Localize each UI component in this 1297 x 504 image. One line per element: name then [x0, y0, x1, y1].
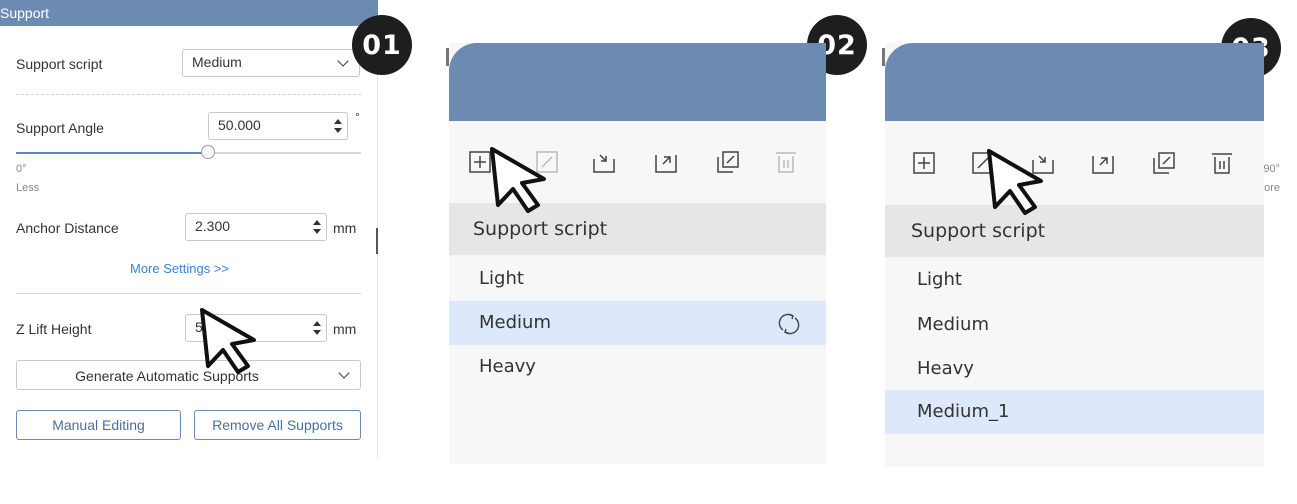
- section-header: Support script: [885, 205, 1264, 257]
- divider: [16, 293, 361, 294]
- list-item-medium[interactable]: Medium: [449, 301, 826, 345]
- support-script-select[interactable]: Medium: [182, 49, 360, 77]
- z-lift-label: Z Lift Height: [16, 321, 92, 337]
- list-item-label: Heavy: [917, 358, 974, 379]
- manual-editing-button[interactable]: Manual Editing: [16, 410, 181, 440]
- anchor-distance-input[interactable]: 2.300: [185, 213, 327, 241]
- step-badge-01: 01: [352, 15, 412, 75]
- section-title: Support script: [911, 220, 1046, 242]
- slider-min: 0°: [16, 163, 27, 175]
- section-title: Support script: [473, 218, 608, 240]
- list-item-heavy[interactable]: Heavy: [449, 345, 826, 389]
- remove-all-supports-button[interactable]: Remove All Supports: [194, 410, 361, 440]
- list-item-light[interactable]: Light: [885, 258, 1264, 302]
- panel-header: [885, 43, 1264, 121]
- list-item-label: Medium_1: [917, 401, 1010, 422]
- scroll-handle[interactable]: [376, 228, 378, 254]
- delete-icon[interactable]: [775, 151, 797, 173]
- refresh-icon[interactable]: [777, 312, 801, 336]
- angle-unit: °: [355, 110, 360, 124]
- duplicate-icon[interactable]: [1153, 152, 1175, 174]
- list-item-heavy[interactable]: Heavy: [885, 347, 1264, 391]
- z-lift-unit: mm: [333, 321, 357, 337]
- list-item-label: Medium: [479, 312, 551, 333]
- duplicate-icon[interactable]: [717, 151, 739, 173]
- anchor-distance-unit: mm: [333, 220, 357, 236]
- panel-header: Support: [0, 0, 378, 26]
- support-script-value: Medium: [192, 54, 242, 70]
- generate-supports-dropdown[interactable]: Generate Automatic Supports: [16, 360, 361, 390]
- support-angle-input[interactable]: 50.000: [208, 112, 348, 140]
- list-item-medium[interactable]: Medium: [885, 303, 1264, 347]
- slider-min-caption: Less: [16, 182, 40, 194]
- anchor-distance-value: 2.300: [195, 218, 231, 234]
- support-settings-panel: Support Support script Medium Support An…: [0, 0, 1280, 458]
- list-item-label: Light: [917, 269, 962, 290]
- cursor-icon: [987, 149, 1043, 215]
- slider-max: 90°: [1263, 163, 1280, 175]
- angle-slider-thumb[interactable]: [200, 145, 215, 159]
- chevron-down-icon: [337, 55, 349, 67]
- support-angle-value: 50.000: [218, 117, 261, 133]
- support-script-panel-02: Support script Light Medium Heavy: [449, 43, 826, 464]
- support-script-panel-03: Support script Light Medium Heavy Medium…: [885, 43, 1264, 467]
- panel-header: [449, 43, 826, 121]
- list-item-label: Heavy: [479, 356, 536, 377]
- list-item-label: Medium: [917, 314, 989, 335]
- spinner-icon[interactable]: [334, 118, 342, 134]
- support-angle-label: Support Angle: [16, 120, 104, 136]
- divider: [16, 94, 361, 95]
- delete-icon[interactable]: [1211, 152, 1233, 174]
- spinner-icon[interactable]: [313, 219, 321, 235]
- chevron-down-icon: [338, 367, 350, 379]
- add-icon[interactable]: [913, 152, 935, 174]
- cursor-icon: [490, 147, 546, 213]
- support-script-label: Support script: [16, 56, 103, 72]
- export-icon[interactable]: [1092, 152, 1114, 174]
- spinner-icon[interactable]: [313, 320, 321, 336]
- cursor-icon: [200, 308, 256, 374]
- anchor-distance-label: Anchor Distance: [16, 220, 119, 236]
- angle-slider-fill: [16, 152, 208, 154]
- list-item-label: Light: [479, 268, 524, 289]
- list-item-light[interactable]: Light: [449, 257, 826, 301]
- generate-supports-label: Generate Automatic Supports: [75, 368, 259, 384]
- export-icon[interactable]: [655, 151, 677, 173]
- more-settings-link[interactable]: More Settings >>: [130, 261, 229, 276]
- list-item-medium-1[interactable]: Medium_1: [885, 390, 1264, 434]
- import-icon[interactable]: [593, 151, 615, 173]
